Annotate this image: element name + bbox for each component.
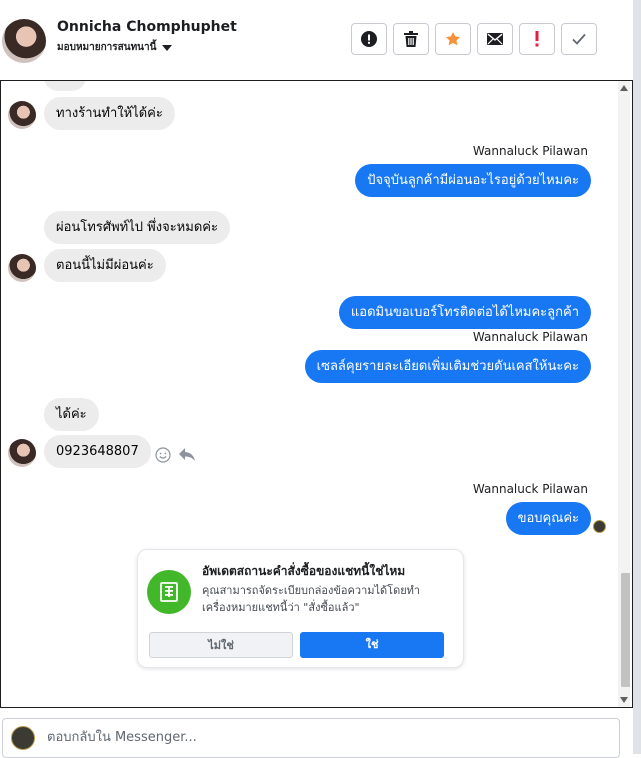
card-body: คุณสามารถจัดระเบียบกล่องข้อความได้โดยทำเ… bbox=[202, 584, 421, 614]
contact-avatar-small bbox=[8, 439, 36, 467]
info-button[interactable] bbox=[351, 23, 387, 55]
star-icon bbox=[446, 32, 460, 46]
contact-avatar-small bbox=[8, 254, 36, 282]
sender-name: Wannaluck Pilawan bbox=[472, 330, 588, 344]
yes-button[interactable]: ใช่ bbox=[300, 632, 444, 658]
message-tools bbox=[155, 447, 195, 463]
mark-spam-button[interactable] bbox=[519, 23, 555, 55]
outgoing-message[interactable]: แอดมินขอเบอร์โทรติดต่อได้ไหมคะลูกค้า bbox=[338, 296, 591, 329]
scroll-down-arrow-icon[interactable] bbox=[620, 697, 628, 703]
contact-avatar[interactable] bbox=[2, 19, 46, 63]
page-avatar bbox=[11, 726, 35, 750]
check-icon bbox=[572, 33, 586, 45]
conversation-actions bbox=[351, 23, 597, 55]
exclamation-circle-icon bbox=[361, 31, 377, 47]
scroll-up-arrow-icon[interactable] bbox=[620, 85, 628, 91]
incoming-message[interactable]: ทางร้านทำให้ได้ค่ะ bbox=[44, 97, 175, 130]
star-button[interactable] bbox=[435, 23, 471, 55]
reply-arrow-icon[interactable] bbox=[179, 448, 195, 462]
react-smiley-icon[interactable] bbox=[155, 447, 171, 463]
incoming-message[interactable]: ตอนนี้ไม่มีผ่อนค่ะ bbox=[44, 249, 166, 282]
assign-label: มอบหมายการสนทนานี้ bbox=[57, 42, 157, 53]
seen-receipt-avatar bbox=[593, 520, 606, 533]
no-button[interactable]: ไม่ใช่ bbox=[149, 632, 293, 658]
trash-icon bbox=[404, 31, 418, 47]
message-thread[interactable]: ทางร้านทำให้ได้ค่ะ Wannaluck Pilawan ปัจ… bbox=[0, 80, 633, 708]
card-title: อัพเดตสถานะคำสั่งซื้อของแชทนี้ใช่ไหม bbox=[202, 564, 406, 578]
scrollbar-thumb[interactable] bbox=[621, 573, 630, 687]
caret-down-icon bbox=[162, 44, 173, 51]
order-receipt-icon bbox=[147, 570, 191, 614]
conversation-header: Onnicha Chomphuphet มอบหมายการสนทนานี้ bbox=[0, 0, 633, 80]
done-button[interactable] bbox=[561, 23, 597, 55]
sender-name: Wannaluck Pilawan bbox=[472, 482, 588, 496]
order-status-prompt: อัพเดตสถานะคำสั่งซื้อของแชทนี้ใช่ไหม คุณ… bbox=[137, 549, 464, 668]
sender-name: Wannaluck Pilawan bbox=[472, 144, 588, 158]
outgoing-message[interactable]: ปัจจุบันลูกค้ามีผ่อนอะไรอยู่ด้วยไหมคะ bbox=[355, 164, 591, 197]
reply-placeholder: ตอบกลับใน Messenger... bbox=[47, 730, 197, 745]
delete-button[interactable] bbox=[393, 23, 429, 55]
incoming-message[interactable]: ผ่อนโทรศัพท์ไป พึ่งจะหมดค่ะ bbox=[44, 211, 230, 244]
outgoing-message[interactable]: เซลล์คุยรายละเอียดเพิ่มเติมช่วยดันเคสให้… bbox=[304, 350, 591, 383]
incoming-message[interactable]: 0923648807 bbox=[44, 435, 151, 468]
envelope-icon bbox=[487, 33, 503, 45]
contact-name[interactable]: Onnicha Chomphuphet bbox=[57, 19, 237, 35]
previous-message-bubble bbox=[44, 81, 86, 91]
scrollbar[interactable] bbox=[618, 81, 630, 707]
incoming-message[interactable]: ได้ค่ะ bbox=[44, 398, 99, 431]
contact-avatar-small bbox=[8, 101, 36, 129]
window-edge bbox=[633, 0, 641, 754]
assign-conversation-dropdown[interactable]: มอบหมายการสนทนานี้ bbox=[57, 40, 173, 55]
mail-button[interactable] bbox=[477, 23, 513, 55]
reply-area: ตอบกลับใน Messenger... bbox=[0, 708, 633, 758]
exclamation-icon bbox=[535, 31, 539, 47]
reply-input[interactable]: ตอบกลับใน Messenger... bbox=[2, 718, 620, 758]
outgoing-message[interactable]: ขอบคุณค่ะ bbox=[505, 502, 591, 535]
